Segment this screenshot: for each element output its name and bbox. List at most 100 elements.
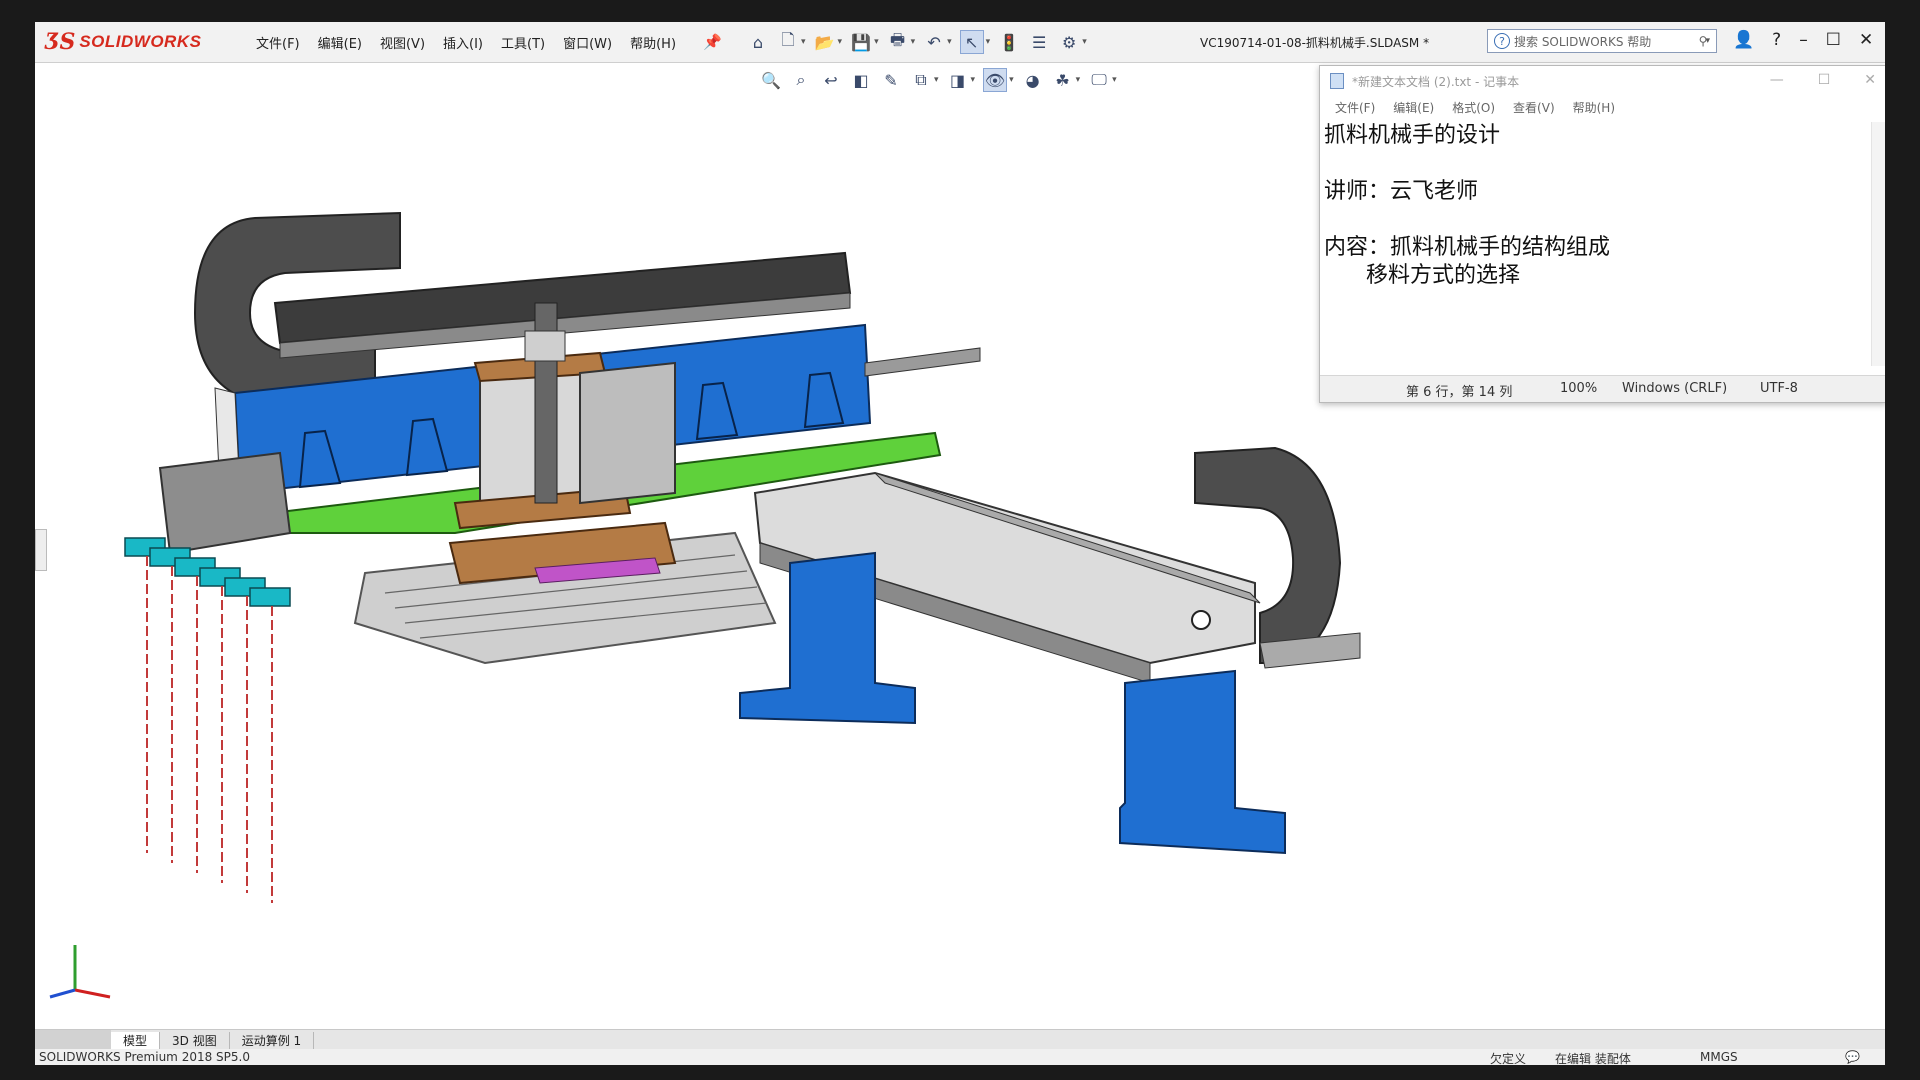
notepad-menu-view[interactable]: 查看(V): [1504, 99, 1564, 116]
heads-up-view-toolbar: 🔍 ⌕ ↩ ◧ ✎ ⧉ ▾ ◨ ▾ 👁 ▾ ◕ ☘ ▾ 🖵 ▾: [760, 66, 1117, 94]
chevron-down-icon[interactable]: ▾: [874, 37, 879, 47]
notepad-menu-help[interactable]: 帮助(H): [1564, 99, 1624, 116]
zoom-to-area-icon[interactable]: ⌕: [790, 69, 812, 91]
notepad-window[interactable]: *新建文本文档 (2).txt - 记事本 — ☐ ✕ 文件(F) 编辑(E) …: [1319, 65, 1885, 403]
notepad-menu-file[interactable]: 文件(F): [1326, 99, 1384, 116]
maximize-icon[interactable]: ☐: [1826, 30, 1841, 50]
text-line: [1324, 150, 1864, 178]
close-icon[interactable]: ✕: [1859, 30, 1873, 50]
standard-toolbar: ⌂ 🗋 ▾ 📂 ▾ 💾 ▾ 🖶 ▾ ↶ ▾ ↖ ▾ 🚦 ☰ ⚙ ▾: [747, 29, 1087, 55]
close-icon[interactable]: ✕: [1864, 72, 1876, 88]
unit-system[interactable]: MMGS: [1700, 1050, 1738, 1064]
home-icon[interactable]: ⌂: [747, 31, 769, 53]
text-line: 抓料机械手的设计: [1324, 123, 1501, 148]
chevron-down-icon[interactable]: ▾: [911, 37, 916, 47]
notepad-status-bar: 第 6 行，第 14 列 100% Windows (CRLF) UTF-8: [1320, 375, 1885, 402]
line-ending: Windows (CRLF): [1622, 381, 1728, 396]
chevron-down-icon[interactable]: ▾: [838, 37, 843, 47]
rebuild-traffic-light-icon[interactable]: 🚦: [998, 31, 1020, 53]
search-placeholder: 搜索 SOLIDWORKS 帮助: [1514, 34, 1652, 49]
zoom-level: 100%: [1560, 381, 1598, 396]
tab-3d-views[interactable]: 3D 视图: [160, 1031, 230, 1049]
chat-icon[interactable]: 💬: [1845, 1050, 1860, 1064]
file-properties-icon[interactable]: ☰: [1028, 31, 1050, 53]
hide-show-items-icon[interactable]: 👁: [983, 68, 1008, 92]
edit-state: 在编辑 装配体: [1555, 1052, 1631, 1065]
brand-name: SOLIDWORKS: [79, 32, 202, 51]
notepad-icon: [1330, 73, 1344, 89]
view-orientation-icon[interactable]: ⧉: [910, 69, 932, 91]
notepad-scrollbar[interactable]: [1871, 122, 1885, 366]
display-style-icon[interactable]: ◨: [947, 69, 969, 91]
select-pointer-icon[interactable]: ↖: [959, 30, 984, 54]
chevron-down-icon[interactable]: ▾: [1009, 75, 1014, 85]
text-line: [1324, 206, 1864, 234]
tab-scroll-arrows[interactable]: [35, 1030, 111, 1050]
zoom-to-fit-icon[interactable]: 🔍: [760, 69, 782, 91]
tab-model[interactable]: 模型: [111, 1031, 161, 1049]
menu-insert[interactable]: 插入(I): [434, 33, 492, 52]
status-bar: SOLIDWORKS Premium 2018 SP5.0 欠定义 在编辑 装配…: [35, 1049, 1885, 1065]
bottom-tabs: 模型 3D 视图 运动算例 1: [35, 1029, 1885, 1050]
chevron-down-icon[interactable]: ▾: [1082, 37, 1087, 47]
text-line: 内容：抓料机械手的结构组成: [1324, 235, 1611, 260]
notepad-menu-format[interactable]: 格式(O): [1443, 99, 1504, 116]
help-question-icon: ?: [1494, 33, 1510, 49]
maximize-icon[interactable]: ☐: [1818, 72, 1831, 88]
notepad-menu: 文件(F) 编辑(E) 格式(O) 查看(V) 帮助(H): [1320, 96, 1885, 118]
new-document-icon[interactable]: 🗋: [777, 30, 799, 53]
apply-scene-icon[interactable]: ☘: [1052, 69, 1074, 91]
chevron-down-icon[interactable]: ▾: [1076, 75, 1081, 85]
menu-window[interactable]: 窗口(W): [554, 33, 621, 52]
help-search-box[interactable]: ? 搜索 SOLIDWORKS 帮助 ⚲ ▾: [1487, 29, 1717, 53]
product-version: SOLIDWORKS Premium 2018 SP5.0: [39, 1050, 250, 1064]
notepad-title: *新建文本文档 (2).txt - 记事本: [1352, 74, 1520, 89]
view-settings-monitor-icon[interactable]: 🖵: [1088, 69, 1110, 91]
tab-motion-study[interactable]: 运动算例 1: [230, 1031, 315, 1049]
document-title: VC190714-01-08-抓料机械手.SLDASM *: [1200, 36, 1430, 50]
screen: ƷS SOLIDWORKS 文件(F) 编辑(E) 视图(V) 插入(I) 工具…: [35, 22, 1885, 1065]
print-icon[interactable]: 🖶: [887, 30, 909, 53]
mounting-bar: [864, 347, 981, 377]
cylinder-head: [524, 330, 566, 362]
pin-icon[interactable]: 📌: [703, 33, 722, 51]
module-endcap-hole: [1191, 610, 1211, 630]
text-line: 讲师：云飞老师: [1324, 179, 1479, 204]
definition-state: 欠定义: [1490, 1052, 1527, 1065]
window-controls: 👤 ? – ☐ ✕: [1733, 30, 1873, 50]
menu-view[interactable]: 视图(V): [371, 33, 434, 52]
edit-appearance-icon[interactable]: ◕: [1022, 69, 1044, 91]
chevron-down-icon[interactable]: ▾: [934, 75, 939, 85]
cursor-position: 第 6 行，第 14 列: [1406, 385, 1513, 400]
chevron-down-icon[interactable]: ▾: [971, 75, 976, 85]
menu-file[interactable]: 文件(F): [247, 33, 309, 52]
menu-help[interactable]: 帮助(H): [621, 33, 685, 52]
dynamic-annotation-icon[interactable]: ✎: [880, 69, 902, 91]
vacuum-tubes: [146, 556, 273, 903]
minimize-icon[interactable]: –: [1799, 30, 1808, 50]
undo-icon[interactable]: ↶: [923, 31, 945, 53]
notepad-text-area[interactable]: 抓料机械手的设计 讲师：云飞老师内容：抓料机械手的结构组成 移料方式的选择: [1324, 122, 1864, 290]
chevron-down-icon[interactable]: ▾: [1705, 36, 1710, 46]
solidworks-logo[interactable]: ƷS SOLIDWORKS: [45, 26, 201, 58]
user-icon[interactable]: 👤: [1733, 30, 1754, 50]
open-folder-icon[interactable]: 📂: [814, 31, 836, 53]
options-gear-icon[interactable]: ⚙: [1058, 31, 1080, 53]
notepad-menu-edit[interactable]: 编辑(E): [1384, 99, 1443, 116]
previous-view-icon[interactable]: ↩: [820, 69, 842, 91]
text-line: 移料方式的选择: [1324, 263, 1520, 288]
linear-guide-block: [579, 361, 676, 505]
gripper-heads: [124, 537, 291, 607]
chevron-down-icon[interactable]: ▾: [947, 37, 952, 47]
menu-edit[interactable]: 编辑(E): [309, 33, 371, 52]
section-view-icon[interactable]: ◧: [850, 69, 872, 91]
minimize-icon[interactable]: —: [1770, 72, 1784, 88]
notepad-window-controls: — ☐ ✕: [1770, 72, 1876, 88]
chevron-down-icon[interactable]: ▾: [986, 37, 991, 47]
menu-tools[interactable]: 工具(T): [492, 33, 554, 52]
view-triad-icon: [49, 945, 111, 999]
chevron-down-icon[interactable]: ▾: [1112, 75, 1117, 85]
help-icon[interactable]: ?: [1772, 30, 1781, 50]
chevron-down-icon[interactable]: ▾: [801, 37, 806, 47]
save-icon[interactable]: 💾: [850, 31, 872, 53]
